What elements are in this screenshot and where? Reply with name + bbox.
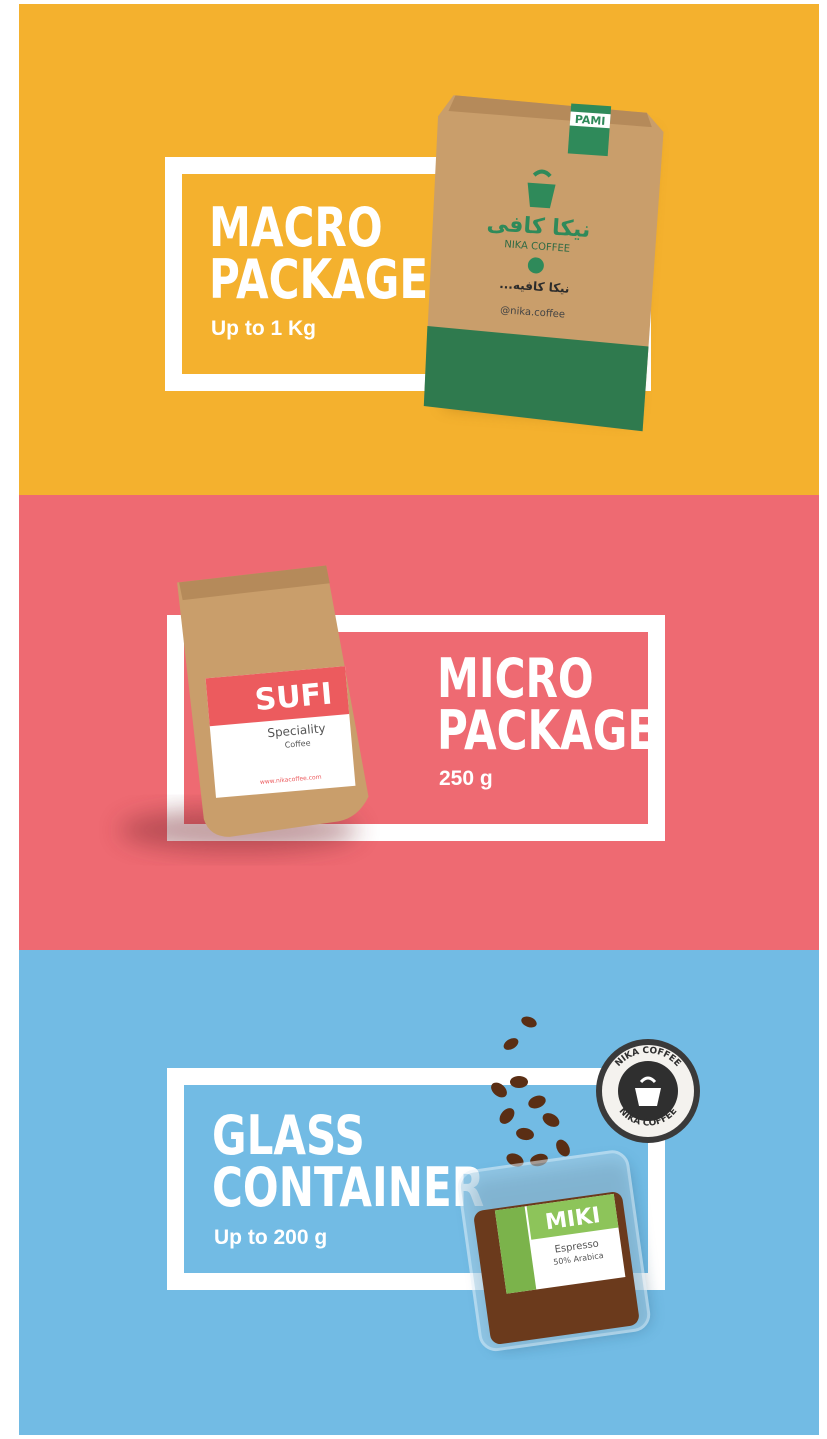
macro-title-line1: MACRO bbox=[209, 196, 383, 259]
macro-title-line2: PACKAGE bbox=[209, 248, 429, 311]
glass-container-panel: GLASS CONTAINER Up to 200 g MIKI Espress… bbox=[19, 950, 819, 1435]
macro-package-panel: MACRO PACKAGE Up to 1 Kg PAMI نیکا کافی … bbox=[19, 4, 819, 495]
glass-subtitle: Up to 200 g bbox=[214, 1226, 328, 1249]
glass-title-line2: CONTAINER bbox=[212, 1156, 485, 1219]
jar-lid: NIKA COFFEE NIKA COFFEE bbox=[596, 1039, 700, 1143]
pouch-label: SUFI bbox=[253, 676, 333, 718]
micro-coffee-pouch: SUFI Speciality Coffee www.nikacoffee.co… bbox=[119, 565, 369, 852]
micro-title-line2: PACKAGE bbox=[437, 699, 657, 762]
micro-package-panel: MICRO PACKAGE 250 g SUFI Speciality Coff… bbox=[19, 495, 819, 950]
macro-subtitle: Up to 1 Kg bbox=[211, 317, 316, 340]
glass-jar: MIKI Espresso 50% Arabica bbox=[457, 1150, 651, 1352]
bag-tag-text: PAMI bbox=[574, 113, 605, 128]
macro-coffee-bag: PAMI نیکا کافی NIKA COFFEE ...نیکا کافیه… bbox=[423, 95, 664, 432]
micro-title-line1: MICRO bbox=[437, 647, 594, 710]
glass-title-line1: GLASS bbox=[212, 1104, 365, 1167]
micro-subtitle: 250 g bbox=[439, 767, 493, 790]
